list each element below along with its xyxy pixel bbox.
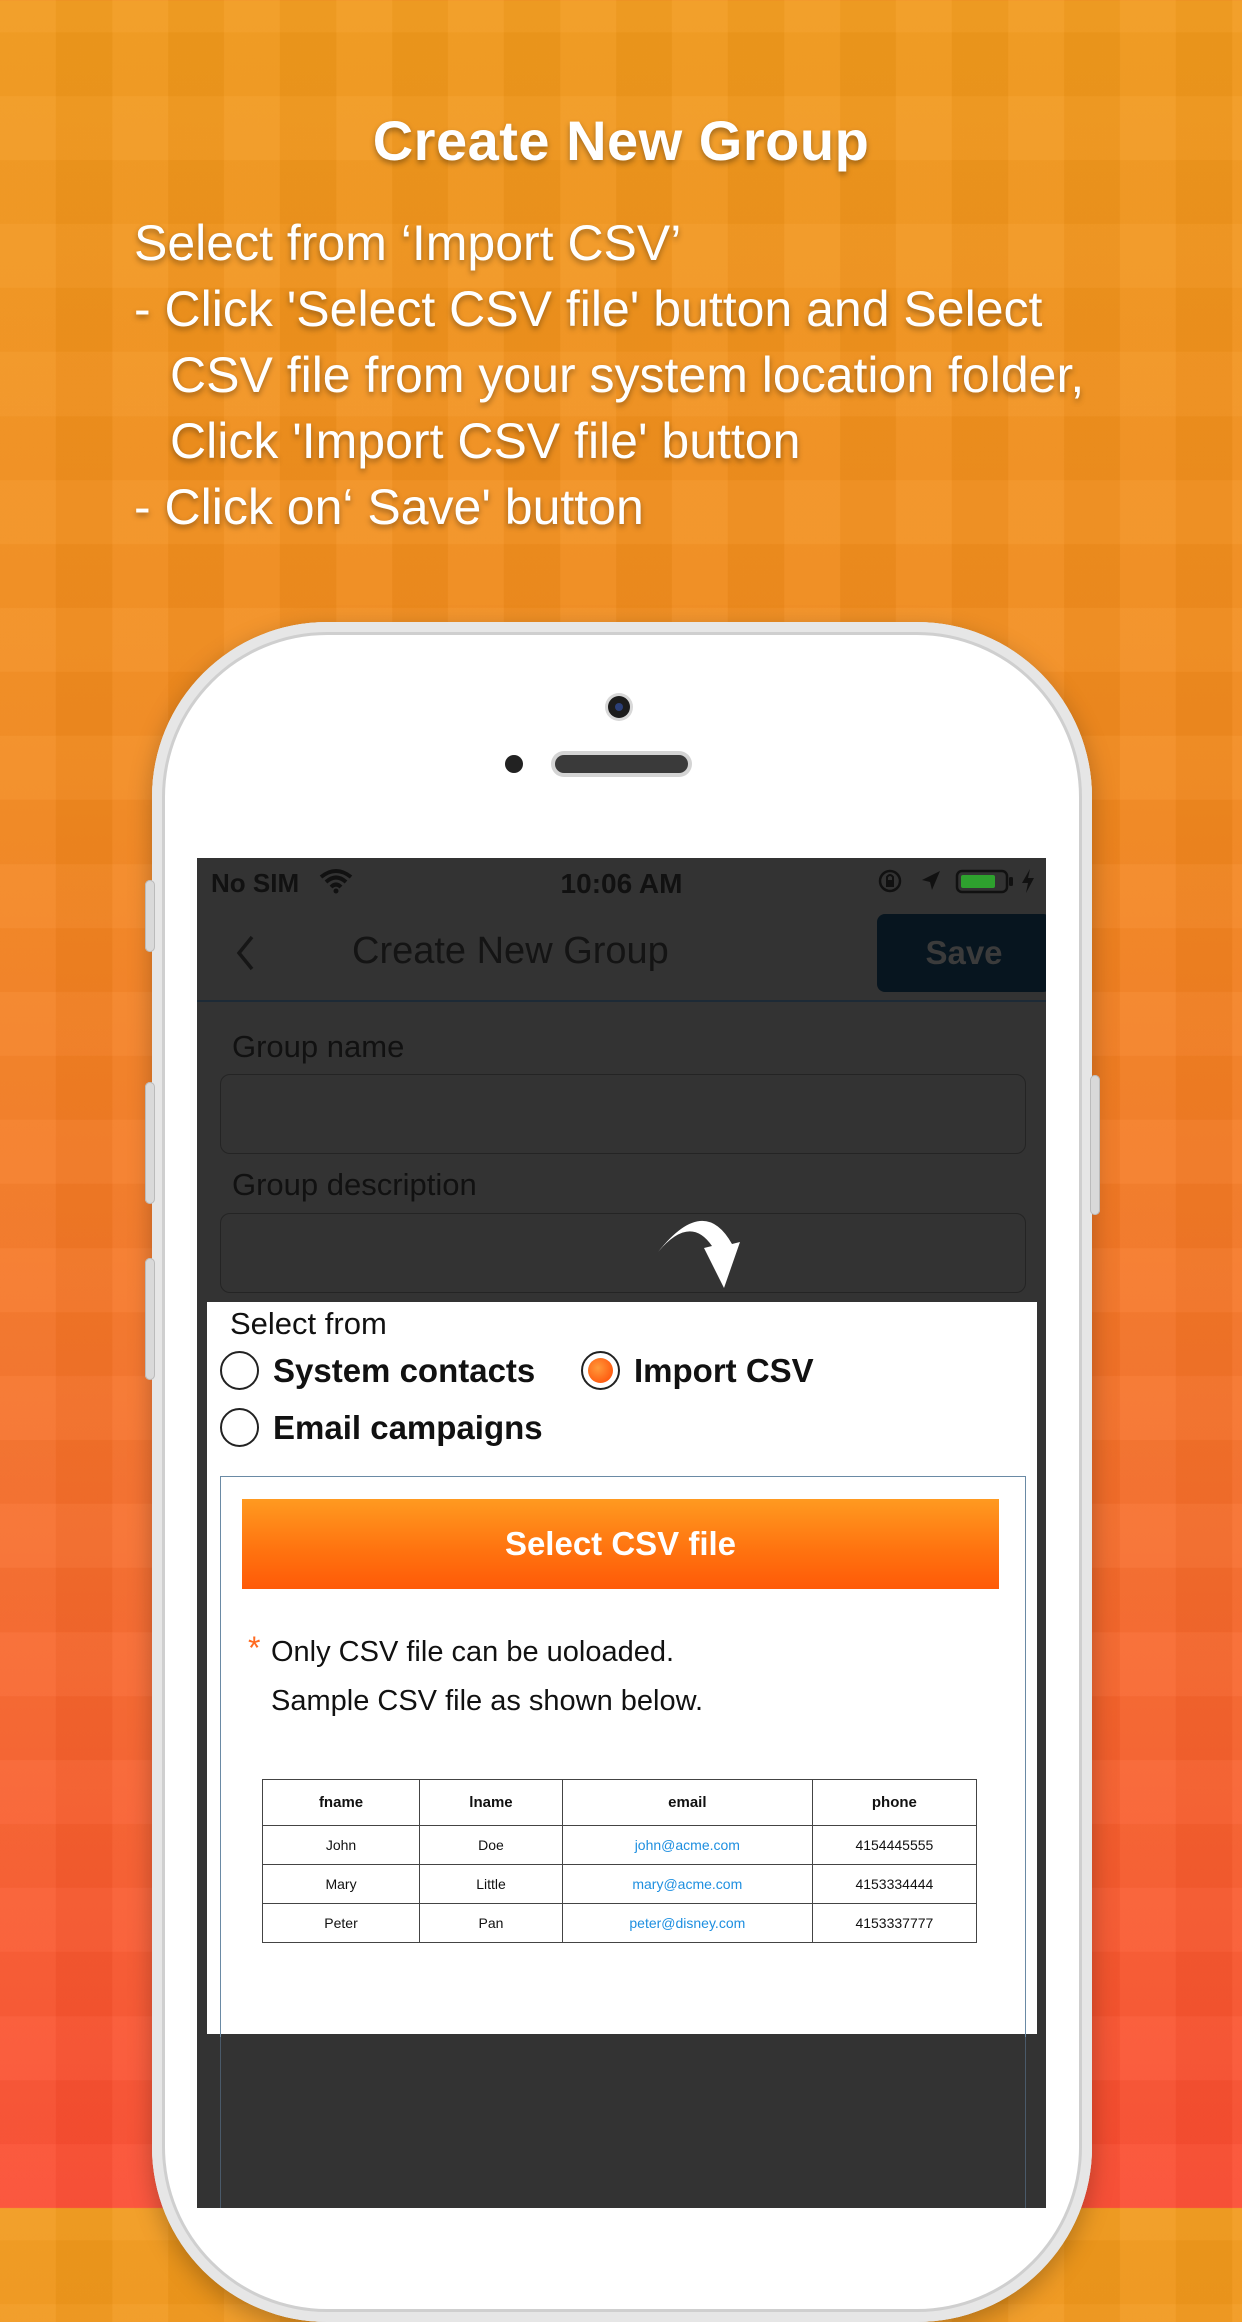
radio-email-campaigns[interactable]: Email campaigns xyxy=(220,1408,543,1447)
radio-label: Import CSV xyxy=(634,1351,814,1389)
table-cell: Peter xyxy=(261,1903,421,1943)
promo-instructions: Select from ‘Import CSV’ - Click 'Select… xyxy=(134,210,1204,540)
column-header: fname xyxy=(261,1779,421,1826)
table-header-row: fname lname email phone xyxy=(261,1779,978,1826)
nav-title: Create New Group xyxy=(352,930,669,972)
table-cell: Little xyxy=(419,1864,563,1904)
instruction-line: - Click on‘ Save' button xyxy=(134,479,644,535)
sample-csv-table: fname lname email phone John Doe john@ac… xyxy=(261,1779,978,1943)
status-bar: No SIM 10:06 AM xyxy=(197,858,1046,906)
radio-import-csv[interactable]: Import CSV xyxy=(581,1351,814,1390)
promo-title: Create New Group xyxy=(372,109,870,172)
group-name-field[interactable] xyxy=(220,1074,1026,1154)
location-arrow-icon xyxy=(922,871,940,890)
select-from-panel: Select from System contacts Import CSV E… xyxy=(207,1302,1037,2037)
radio-button-selected[interactable] xyxy=(581,1351,620,1390)
navigation-bar: Create New Group Save xyxy=(197,906,1046,1002)
table-row: John Doe john@acme.com 4154445555 xyxy=(261,1825,978,1865)
volume-up-button xyxy=(145,1082,155,1204)
email-cell: peter@disney.com xyxy=(561,1903,813,1943)
table-cell: Mary xyxy=(261,1864,421,1904)
email-cell: john@acme.com xyxy=(561,1825,813,1865)
table-cell: Doe xyxy=(419,1825,563,1865)
select-csv-file-button[interactable]: Select CSV file xyxy=(242,1499,999,1589)
curved-arrow-icon xyxy=(658,1220,740,1288)
radio-button[interactable] xyxy=(220,1408,259,1447)
column-header: lname xyxy=(419,1779,563,1826)
select-from-label: Select from xyxy=(230,1306,387,1341)
radio-label: System contacts xyxy=(273,1351,536,1389)
volume-down-button xyxy=(145,1258,155,1380)
radio-system-contacts[interactable]: System contacts xyxy=(220,1351,535,1390)
phone-screen: No SIM 10:06 AM Create New Group Save Gr… xyxy=(197,858,1046,2208)
group-description-field[interactable] xyxy=(220,1213,1026,1293)
column-header: phone xyxy=(811,1779,978,1826)
table-cell: Pan xyxy=(419,1903,563,1943)
note-line: Sample CSV file as shown below. xyxy=(271,1685,703,1717)
table-cell: 4153334444 xyxy=(811,1864,978,1904)
required-asterisk: * xyxy=(248,1630,261,1666)
column-header: email xyxy=(561,1779,813,1826)
radio-label: Email campaigns xyxy=(273,1408,543,1446)
csv-note: * Only CSV file can be uoloaded. Sample … xyxy=(248,1628,703,1726)
instruction-line: Select from ‘Import CSV’ xyxy=(134,215,682,271)
power-button xyxy=(1090,1075,1100,1215)
instruction-line: CSV file from your system location folde… xyxy=(170,347,1085,403)
proximity-sensor xyxy=(505,755,523,773)
battery-level xyxy=(961,875,995,888)
battery-icon xyxy=(955,869,1013,894)
table-cell: John xyxy=(261,1825,421,1865)
table-row: Mary Little mary@acme.com 4153334444 xyxy=(261,1864,978,1904)
back-chevron-icon[interactable] xyxy=(235,934,255,972)
email-cell: mary@acme.com xyxy=(561,1864,813,1904)
earpiece-speaker xyxy=(555,755,688,773)
group-description-label: Group description xyxy=(232,1167,477,1202)
instruction-line: Click 'Import CSV file' button xyxy=(170,413,801,469)
charging-bolt-icon xyxy=(1022,869,1034,893)
table-cell: 4153337777 xyxy=(811,1903,978,1943)
group-name-label: Group name xyxy=(232,1029,405,1064)
table-row: Peter Pan peter@disney.com 4153337777 xyxy=(261,1903,978,1943)
note-line: Only CSV file can be uoloaded. xyxy=(271,1636,675,1668)
front-camera xyxy=(608,696,630,718)
table-cell: 4154445555 xyxy=(811,1825,978,1865)
orientation-lock-icon xyxy=(878,869,902,893)
instruction-line: - Click 'Select CSV file' button and Sel… xyxy=(134,281,1043,337)
mute-switch xyxy=(145,880,155,952)
radio-button[interactable] xyxy=(220,1351,259,1390)
save-button[interactable]: Save xyxy=(877,914,1046,992)
